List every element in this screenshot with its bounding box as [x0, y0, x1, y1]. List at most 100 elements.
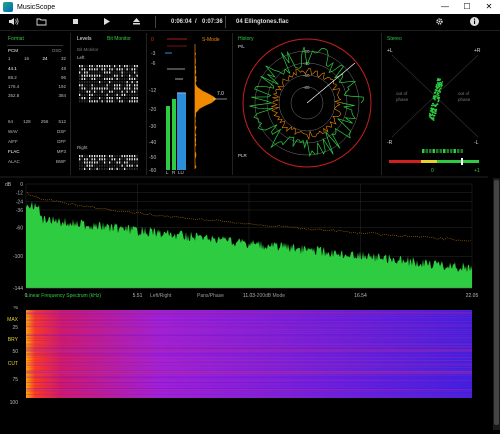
bit-cell: [86, 77, 88, 80]
bit-cell: [131, 87, 133, 90]
bit-cell: [91, 65, 93, 68]
bit-cell: [106, 68, 108, 71]
bit-cell: [126, 74, 128, 77]
stereo-dot: [433, 117, 435, 119]
stereo-title[interactable]: Stereo: [387, 36, 402, 42]
correlation-segment: [457, 149, 460, 153]
bit-cell: [106, 90, 108, 93]
stereo-dot: [430, 107, 432, 110]
bit-cell: [111, 81, 113, 84]
stereo-dot: [432, 119, 435, 121]
bit-cell: [101, 164, 103, 167]
smode-value: 7.0: [217, 91, 224, 97]
bit-cell: [126, 155, 128, 158]
bit-cell: [114, 100, 116, 103]
stereo-panel: Stereo +L +R -R -L out of phase out of p…: [382, 33, 488, 175]
bit-cell: [89, 158, 91, 161]
bit-cell: [96, 71, 98, 74]
bit-cell: [119, 93, 121, 96]
bit-cell: [116, 87, 118, 90]
bit-cell: [86, 97, 88, 100]
history-title[interactable]: History: [238, 36, 254, 42]
meter-tick-20: -20: [149, 107, 156, 113]
bit-16: 16: [23, 56, 29, 61]
codec-bwf: BWF: [56, 159, 66, 164]
bit-cell: [136, 161, 138, 164]
bit-cell: [136, 90, 138, 93]
bit-cell: [86, 71, 88, 74]
bit-cell: [124, 90, 126, 93]
spectrogram-ytick: 25: [12, 325, 18, 331]
bit-cell: [89, 167, 91, 170]
minimize-button[interactable]: —: [434, 0, 456, 14]
bit-cell: [89, 74, 91, 77]
bit-cell: [119, 81, 121, 84]
maximize-button[interactable]: ☐: [456, 0, 478, 14]
balance-center-label: 0: [431, 168, 434, 174]
rate-48: 48: [60, 66, 66, 71]
dsd-128: 128: [23, 119, 31, 124]
smode-label[interactable]: S-Mode: [202, 37, 220, 43]
bit-cell: [134, 158, 136, 161]
bit-cell: [131, 81, 133, 84]
codec-dsf: DSF: [57, 129, 66, 134]
bit-cell: [86, 81, 88, 84]
spectrogram: % MAX 25 BRY 50 CUT 75 100: [7, 306, 472, 406]
bit-cell: [136, 87, 138, 90]
correlation-segment: [422, 149, 425, 153]
bit-cell: [114, 65, 116, 68]
bit-cell: [99, 161, 101, 164]
bit-cell: [101, 77, 103, 80]
bit-cell: [119, 84, 121, 87]
codec-alac: ALAC: [8, 159, 20, 164]
stop-icon[interactable]: [70, 16, 81, 27]
speaker-icon[interactable]: [8, 16, 19, 27]
stereo-dot: [441, 81, 444, 83]
bit-cell: [131, 77, 133, 80]
bit-cell: [84, 158, 86, 161]
spectrum-ytick: -12: [16, 191, 23, 197]
bit-cell: [91, 93, 93, 96]
stereo-dot: [437, 99, 440, 102]
bit-cell: [101, 65, 103, 68]
eject-icon[interactable]: [131, 16, 142, 27]
bit-cell: [86, 158, 88, 161]
bit-cell: [89, 161, 91, 164]
gear-icon[interactable]: [434, 16, 445, 27]
bit-cell: [91, 155, 93, 158]
bit-cell: [136, 81, 138, 84]
vertical-scrollbar[interactable]: [493, 178, 500, 430]
bit-cell: [109, 84, 111, 87]
bit-cell: [79, 68, 81, 71]
bit-cell: [86, 161, 88, 164]
bit-cell: [106, 155, 108, 158]
bit-cell: [84, 164, 86, 167]
bit-cell: [94, 100, 96, 103]
bit-cell: [111, 164, 113, 167]
bit-cell: [79, 158, 81, 161]
info-icon[interactable]: [469, 16, 480, 27]
balance-red: [389, 160, 421, 163]
bit-cell: [111, 161, 113, 164]
bit-cell: [81, 90, 83, 93]
bit-cell: [109, 77, 111, 80]
meter-tick-40: -40: [149, 140, 156, 146]
stereo-dot: [435, 85, 438, 87]
bit-cell: [129, 90, 131, 93]
play-icon[interactable]: [101, 16, 112, 27]
bit-cell: [114, 81, 116, 84]
bit-cell: [134, 81, 136, 84]
bit-cell: [121, 167, 123, 170]
bit-cell: [91, 164, 93, 167]
levels-title[interactable]: Levels: [77, 36, 91, 42]
bit-monitor-tab[interactable]: Bit Monitor: [107, 36, 131, 42]
folder-icon[interactable]: [36, 16, 47, 27]
balance-marker: [461, 158, 463, 165]
bit-cell: [114, 161, 116, 164]
bit-cell: [136, 155, 138, 158]
total-time: 0:07:36: [202, 19, 223, 25]
bit-cell: [91, 90, 93, 93]
scrollbar-thumb[interactable]: [494, 180, 499, 425]
close-button[interactable]: ✕: [478, 0, 500, 14]
bit-cell: [86, 93, 88, 96]
